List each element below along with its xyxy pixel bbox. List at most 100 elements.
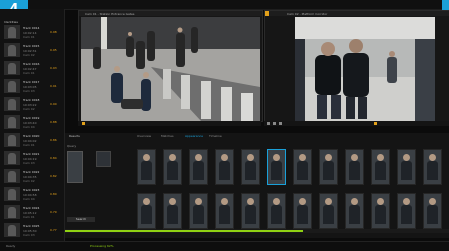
corridor-scene-image	[295, 17, 435, 121]
pause-icon[interactable]	[273, 122, 276, 125]
result-thumbnail[interactable]	[137, 193, 156, 229]
result-thumbnail[interactable]	[319, 193, 338, 229]
sidebar-item[interactable]: Track 0022 10:04:35 Cam 02 0.82	[4, 169, 62, 185]
person-thumbnail	[4, 151, 20, 165]
sidebar-item-score: 0.95	[50, 48, 57, 52]
camera-feed-right[interactable]	[295, 17, 435, 121]
sidebar-item-name: Track 0024	[23, 206, 40, 210]
sidebar-item-score: 0.80	[50, 192, 57, 196]
result-thumbnail[interactable]	[189, 193, 208, 229]
camera-controls-left	[78, 121, 261, 126]
sidebar: Identities Track 0014 10:02:14 Cam 01 0.98 T…	[0, 9, 65, 241]
sidebar-item[interactable]: Track 0018 10:03:22 Cam 02 0.90	[4, 97, 62, 113]
query-crop	[96, 151, 111, 167]
camera-pane-right[interactable]: Cam 02 - Platform Corridor	[264, 10, 449, 122]
person-thumbnail	[4, 169, 20, 183]
sidebar-header: Identities	[4, 20, 18, 24]
search-button[interactable]: Search	[67, 217, 95, 222]
sidebar-item-name: Track 0023	[23, 188, 40, 192]
query-image[interactable]	[67, 151, 83, 183]
result-thumbnail[interactable]	[293, 193, 312, 229]
camera-feed-left[interactable]	[81, 17, 260, 121]
result-thumbnail[interactable]	[215, 149, 234, 185]
result-thumbnail[interactable]	[267, 193, 286, 229]
camera-pane-left[interactable]: Cam 01 - Station Entrance Gates	[78, 10, 263, 122]
result-thumbnail[interactable]	[215, 193, 234, 229]
sidebar-item-name: Track 0025	[23, 224, 40, 228]
sidebar-item-name: Track 0014	[23, 26, 40, 30]
results-panel: Results Overview Matches Appearance Timelin…	[65, 133, 449, 238]
sidebar-item[interactable]: Track 0021 10:04:19 Cam 03 0.84	[4, 151, 62, 167]
result-thumbnail[interactable]	[397, 149, 416, 185]
result-thumbnail[interactable]	[371, 149, 390, 185]
camera-pane-right-header: Cam 02 - Platform Corridor	[265, 11, 449, 16]
sidebar-item-name: Track 0017	[23, 80, 40, 84]
sidebar-item-camera: Cam 04	[23, 197, 35, 201]
tab-timeline[interactable]: Timeline	[209, 134, 231, 139]
play-icon[interactable]	[267, 122, 270, 125]
status-right: Processing 62%	[90, 244, 114, 248]
person-thumbnail	[4, 133, 20, 147]
station-scene-image	[81, 17, 260, 121]
sidebar-item-score: 0.91	[50, 84, 57, 88]
sidebar-item-name: Track 0021	[23, 152, 40, 156]
timeline[interactable]	[65, 229, 449, 233]
tab-overview[interactable]: Overview	[137, 134, 159, 139]
result-thumbnail[interactable]	[423, 149, 442, 185]
result-thumbnail[interactable]	[397, 193, 416, 229]
result-thumbnail[interactable]	[319, 149, 338, 185]
person-thumbnail	[4, 61, 20, 75]
sidebar-item[interactable]: Track 0017 10:03:05 Cam 03 0.91	[4, 79, 62, 95]
sidebar-item-score: 0.90	[50, 102, 57, 106]
sidebar-item-score: 0.98	[50, 30, 57, 34]
result-thumbnail[interactable]	[241, 193, 260, 229]
result-thumbnail[interactable]	[345, 193, 364, 229]
sidebar-item-score: 0.84	[50, 156, 57, 160]
sidebar-item-name: Track 0022	[23, 170, 40, 174]
sidebar-item-name: Track 0020	[23, 134, 40, 138]
sidebar-item[interactable]: Track 0015 10:02:31 Cam 02 0.95	[4, 43, 62, 59]
result-thumbnail[interactable]	[163, 193, 182, 229]
step-icon[interactable]	[279, 122, 282, 125]
sidebar-item-camera: Cam 02	[23, 53, 35, 57]
result-thumbnail[interactable]	[345, 149, 364, 185]
sidebar-item[interactable]: Track 0024 10:05:12 Cam 01 0.79	[4, 205, 62, 221]
sidebar-item-camera: Cam 01	[23, 215, 35, 219]
result-thumbnail[interactable]	[371, 193, 390, 229]
sidebar-item-camera: Cam 03	[23, 161, 35, 165]
sidebar-item-camera: Cam 03	[23, 89, 35, 93]
sidebar-item-score: 0.88	[50, 120, 57, 124]
tab-appearance[interactable]: Appearance	[185, 134, 207, 139]
person-thumbnail	[4, 79, 20, 93]
sidebar-item-name: Track 0018	[23, 98, 40, 102]
sidebar-item-camera: Cam 01	[23, 143, 35, 147]
camera-title-right: Cam 02 - Platform Corridor	[287, 12, 328, 16]
sidebar-item[interactable]: Track 0025 10:05:30 Cam 03 0.77	[4, 223, 62, 239]
person-thumbnail	[4, 25, 20, 39]
tab-matches[interactable]: Matches	[161, 134, 183, 139]
result-thumbnail[interactable]	[293, 149, 312, 185]
record-indicator-left	[82, 122, 85, 125]
result-thumbnail[interactable]	[189, 149, 208, 185]
sidebar-item-camera: Cam 01	[23, 35, 35, 39]
result-thumbnail[interactable]	[241, 149, 260, 185]
person-thumbnail	[4, 43, 20, 57]
sidebar-item-name: Track 0019	[23, 116, 40, 120]
sidebar-item[interactable]: Track 0020 10:04:02 Cam 01 0.86	[4, 133, 62, 149]
camera-controls-right	[264, 121, 449, 126]
result-thumbnail[interactable]	[423, 193, 442, 229]
person-thumbnail	[4, 205, 20, 219]
sidebar-item-camera: Cam 02	[23, 179, 35, 183]
sidebar-item[interactable]: Track 0016 10:02:47 Cam 01 0.93	[4, 61, 62, 77]
result-thumbnail[interactable]	[267, 149, 286, 185]
result-thumbnail[interactable]	[163, 149, 182, 185]
sidebar-item-camera: Cam 02	[23, 107, 35, 111]
person-thumbnail	[4, 223, 20, 237]
timeline-progress	[65, 230, 304, 232]
sidebar-item[interactable]: Track 0023 10:04:58 Cam 04 0.80	[4, 187, 62, 203]
sidebar-item-score: 0.93	[50, 66, 57, 70]
person-thumbnail	[4, 187, 20, 201]
sidebar-item[interactable]: Track 0014 10:02:14 Cam 01 0.98	[4, 25, 62, 41]
sidebar-item[interactable]: Track 0019 10:03:40 Cam 04 0.88	[4, 115, 62, 131]
result-thumbnail[interactable]	[137, 149, 156, 185]
